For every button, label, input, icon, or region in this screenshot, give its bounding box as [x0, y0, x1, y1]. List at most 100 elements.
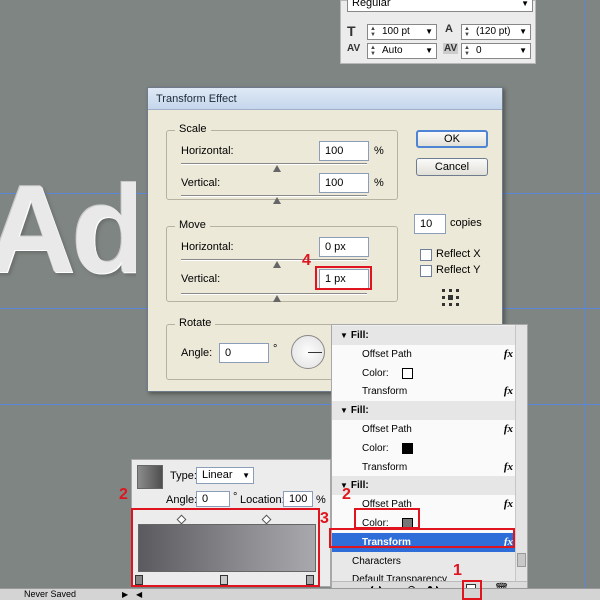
scroll-left-arrow-icon[interactable]: ◀: [136, 589, 142, 600]
appearance-row[interactable]: Offset Path fx: [332, 420, 517, 439]
appearance-row-label: Characters: [352, 555, 401, 567]
reflect-y-checkbox[interactable]: [420, 265, 432, 277]
appearance-panel: ▼ Fill: Offset Path fx Color: Transform fx ▼ Fil…: [331, 324, 528, 600]
gradient-type-dropdown[interactable]: Linear ▼: [196, 467, 254, 484]
fx-icon[interactable]: fx: [504, 495, 513, 514]
highlight-transform-row: [329, 528, 515, 548]
scale-vertical-slider-thumb[interactable]: [273, 197, 281, 204]
chevron-down-icon: ▼: [519, 46, 527, 55]
gradient-location-label: Location:: [240, 494, 285, 506]
highlight-gradient-slider: [131, 508, 320, 587]
status-bar: Never Saved ▶ ◀: [0, 588, 600, 600]
kerning-value: Auto: [382, 45, 403, 56]
highlight-color-swatch: [354, 508, 420, 529]
appearance-color-row[interactable]: Color:: [332, 363, 517, 383]
move-horizontal-slider-thumb[interactable]: [273, 261, 281, 268]
character-panel: Regular ▼ T ▲ ▼ 100 pt ▼ A ▲ ▼ (120 pt) ▼ …: [340, 0, 536, 64]
color-swatch[interactable]: [402, 367, 413, 379]
reflect-y-label: Reflect Y: [436, 264, 481, 276]
spinner-icon[interactable]: ▲ ▼: [370, 26, 376, 38]
gradient-angle-input[interactable]: 0: [196, 491, 230, 507]
appearance-color-row[interactable]: Color:: [332, 438, 517, 458]
gradient-thumbnail[interactable]: [137, 465, 163, 489]
appearance-fill-header[interactable]: ▼ Fill:: [332, 476, 517, 496]
font-size-field[interactable]: ▲ ▼ 100 pt ▼: [367, 24, 437, 40]
reference-point-icon[interactable]: [442, 289, 460, 307]
chevron-down-icon: ▼: [242, 471, 250, 480]
scrollbar-thumb[interactable]: [517, 553, 526, 567]
appearance-row[interactable]: Transform fx: [332, 382, 517, 402]
canvas-text[interactable]: Ad: [0, 168, 136, 308]
spinner-icon[interactable]: ▲ ▼: [464, 26, 470, 38]
scale-horizontal-input[interactable]: 100: [319, 141, 369, 161]
gradient-location-input[interactable]: 100: [283, 491, 313, 507]
appearance-row[interactable]: Characters: [332, 551, 517, 571]
disclosure-triangle-icon[interactable]: ▼: [340, 406, 348, 415]
kerning-icon: AV: [347, 43, 361, 54]
scale-horizontal-slider-thumb[interactable]: [273, 165, 281, 172]
step-number-2: 2: [342, 486, 351, 503]
appearance-fill-header[interactable]: ▼ Fill:: [332, 401, 517, 421]
scale-vertical-unit: %: [374, 177, 384, 189]
appearance-row-label: Fill:: [350, 330, 369, 341]
font-size-icon: T: [347, 23, 356, 39]
font-size-value: 100 pt: [382, 26, 410, 37]
appearance-row-label: Transform: [362, 461, 408, 473]
appearance-row-label: Offset Path: [362, 348, 412, 360]
gradient-location-percent: %: [316, 494, 326, 506]
scale-label: Scale: [175, 123, 211, 135]
kerning-field[interactable]: ▲ ▼ Auto ▼: [367, 43, 437, 59]
chevron-down-icon: ▼: [521, 0, 529, 8]
move-group: Move Horizontal: 0 px Vertical: 1 px: [166, 219, 398, 302]
font-style-value: Regular: [352, 0, 391, 9]
scale-vertical-input[interactable]: 100: [319, 173, 369, 193]
appearance-row[interactable]: Offset Path fx: [332, 344, 517, 364]
spinner-icon[interactable]: ▲ ▼: [370, 45, 376, 57]
font-style-dropdown[interactable]: Regular ▼: [347, 0, 533, 12]
scale-horizontal-label: Horizontal:: [181, 145, 234, 157]
fx-icon[interactable]: fx: [504, 345, 513, 364]
ok-button[interactable]: OK: [416, 130, 488, 148]
fx-icon[interactable]: fx: [504, 420, 513, 439]
spinner-icon[interactable]: ▲ ▼: [464, 45, 470, 57]
step-number-2: 2: [119, 486, 128, 503]
step-number-3: 3: [320, 510, 329, 527]
fx-icon[interactable]: fx: [504, 382, 513, 401]
appearance-row-label: Color:: [362, 367, 389, 379]
chevron-down-icon: ▼: [425, 27, 433, 36]
highlight-new-item-button: [462, 580, 482, 600]
status-menu-arrow-icon[interactable]: ▶: [122, 589, 128, 600]
appearance-scrollbar[interactable]: [515, 325, 527, 583]
move-vertical-label: Vertical:: [181, 273, 221, 285]
scale-vertical-label: Vertical:: [181, 177, 221, 189]
disclosure-triangle-icon[interactable]: ▼: [340, 331, 348, 340]
leading-value: (120 pt): [476, 26, 511, 37]
leading-field[interactable]: ▲ ▼ (120 pt) ▼: [461, 24, 531, 40]
move-horizontal-label: Horizontal:: [181, 241, 234, 253]
appearance-row-label: Transform: [362, 386, 408, 398]
fx-icon[interactable]: fx: [504, 458, 513, 477]
reflect-x-label: Reflect X: [436, 248, 481, 260]
appearance-fill-header[interactable]: ▼ Fill:: [332, 326, 517, 345]
gradient-angle-label: Angle:: [166, 494, 198, 506]
scale-horizontal-unit: %: [374, 145, 384, 157]
copies-input[interactable]: 10: [414, 214, 446, 234]
tracking-value: 0: [476, 45, 482, 56]
appearance-row-label: Color:: [362, 442, 389, 454]
move-label: Move: [175, 219, 210, 231]
color-swatch[interactable]: [402, 442, 413, 454]
appearance-row[interactable]: Transform fx: [332, 457, 517, 477]
tracking-field[interactable]: ▲ ▼ 0 ▼: [461, 43, 531, 59]
chevron-down-icon: ▼: [425, 46, 433, 55]
appearance-row-label: Fill:: [350, 480, 369, 492]
cancel-button[interactable]: Cancel: [416, 158, 488, 176]
rotate-angle-input[interactable]: 0: [219, 343, 269, 363]
move-horizontal-input[interactable]: 0 px: [319, 237, 369, 257]
rotate-angle-dial[interactable]: [291, 335, 325, 369]
tracking-icon: AV: [443, 43, 459, 54]
move-vertical-slider-thumb[interactable]: [273, 295, 281, 302]
rotate-label: Rotate: [175, 317, 216, 329]
step-number-1: 1: [453, 562, 462, 579]
reflect-x-checkbox[interactable]: [420, 249, 432, 261]
dialog-title: Transform Effect: [148, 88, 502, 110]
